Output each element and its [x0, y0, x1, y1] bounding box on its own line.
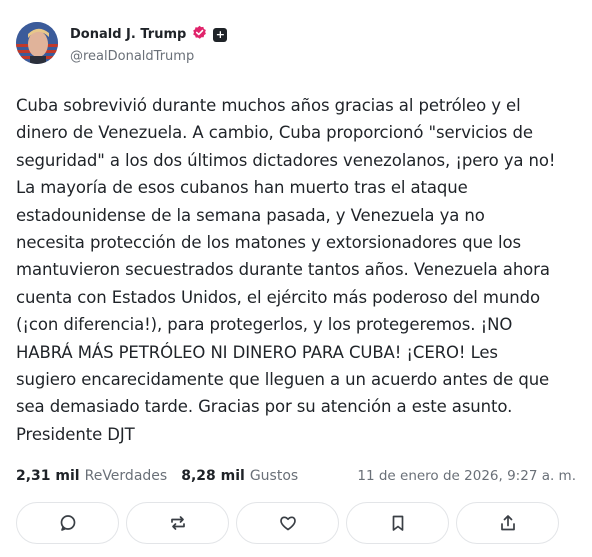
action-bar	[16, 502, 576, 544]
reply-button[interactable]	[16, 502, 119, 544]
share-icon	[500, 515, 515, 531]
avatar-image	[16, 22, 58, 64]
post-line: seguridad" a los dos últimos dictadores …	[16, 150, 556, 170]
reply-icon	[60, 515, 75, 531]
like-icon	[279, 516, 296, 531]
post-line: sugiero encarecidamente que lleguen a un…	[16, 370, 550, 390]
post-line: cuenta con Estados Unidos, el ejército m…	[16, 287, 540, 307]
avatar[interactable]	[16, 22, 58, 64]
share-button[interactable]	[456, 502, 559, 544]
author-name[interactable]: Donald J. Trump	[70, 27, 186, 42]
likes-label[interactable]: Gustos	[250, 468, 298, 484]
like-button[interactable]	[236, 502, 339, 544]
repost-button[interactable]	[126, 502, 229, 544]
likes-count[interactable]: 8,28 mil	[181, 468, 245, 484]
bookmark-icon	[392, 515, 403, 531]
author-handle[interactable]: @realDonaldTrump	[70, 49, 194, 64]
repost-icon	[170, 516, 185, 530]
post-line: estadounidense de la semana pasada, y Ve…	[16, 205, 485, 225]
post-line: (¡con diferencia!), para protegerlos, y …	[16, 315, 513, 335]
reposts-count[interactable]: 2,31 mil	[16, 468, 80, 484]
post-stats: 2,31 mil ReVerdades 8,28 mil Gustos 11 d…	[16, 466, 576, 486]
post-line: HABRÁ MÁS PETRÓLEO NI DINERO PARA CUBA! …	[16, 342, 498, 362]
post-line: Cuba sobrevivió durante muchos años grac…	[16, 96, 521, 115]
post-line: La mayoría de esos cubanos han muerto tr…	[16, 178, 468, 198]
post-line: dinero de Venezuela. A cambio, Cuba prop…	[16, 123, 533, 143]
post-card: Donald J. Trump + @realDonaldTrump Cuba …	[0, 0, 592, 557]
post-line: sea demasiado tarde. Gracias por su aten…	[16, 397, 513, 417]
post-line: necesita protección de los matones y ext…	[16, 233, 521, 253]
reposts-label[interactable]: ReVerdades	[85, 468, 168, 484]
plus-badge-icon: +	[213, 27, 228, 42]
bookmark-button[interactable]	[346, 502, 449, 544]
verified-badge-icon	[192, 25, 207, 44]
post-body: Cuba sobrevivió durante muchos años grac…	[16, 92, 588, 448]
post-line: mantuvieron secuestrados durante tantos …	[16, 260, 550, 280]
post-timestamp[interactable]: 11 de enero de 2026, 9:27 a. m.	[357, 468, 576, 484]
author-name-row: Donald J. Trump +	[70, 25, 228, 44]
post-line: Presidente DJT	[16, 424, 135, 444]
